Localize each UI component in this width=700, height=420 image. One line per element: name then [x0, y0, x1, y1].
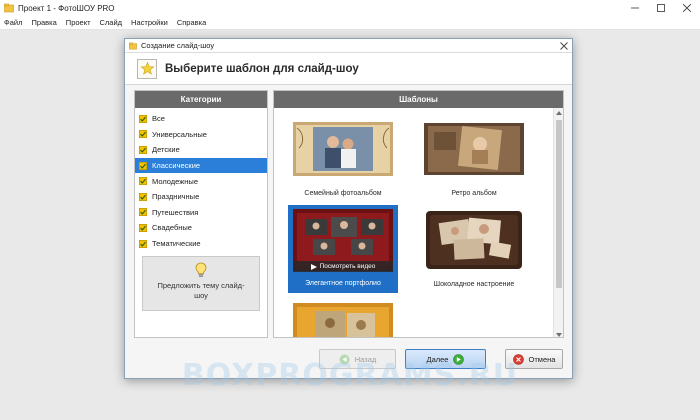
category-item[interactable]: Детские	[135, 142, 267, 158]
dialog-heading: Выберите шаблон для слайд-шоу	[165, 62, 359, 75]
templates-panel: Шаблоны Семейный фотоальбом Ретро альбом…	[273, 90, 564, 338]
templates-grid: Семейный фотоальбом Ретро альбом Посмотр…	[274, 108, 554, 337]
app-titlebar: Проект 1 - ФотоШОУ PRO	[0, 0, 700, 16]
close-icon	[683, 4, 691, 12]
preview-video-label: Посмотреть видео	[319, 263, 376, 270]
lightbulb-icon	[195, 262, 207, 277]
checkbox-checked-icon[interactable]	[139, 223, 147, 232]
checkbox-checked-icon[interactable]	[139, 177, 147, 186]
suggest-theme-button[interactable]: Предложить тему слайд-шоу	[142, 256, 260, 311]
category-item[interactable]: Праздничные	[135, 189, 267, 205]
dialog-title: Создание слайд-шоу	[141, 41, 215, 50]
star-icon	[137, 58, 157, 79]
scroll-thumb[interactable]	[556, 120, 562, 288]
category-label: Путешествия	[152, 207, 199, 217]
menu-edit[interactable]: Правка	[31, 18, 56, 27]
menu-settings[interactable]: Настройки	[131, 18, 168, 27]
minimize-icon	[631, 7, 639, 9]
category-label: Тематические	[152, 239, 201, 249]
menu-file[interactable]: Файл	[4, 18, 22, 27]
create-slideshow-dialog: Создание слайд-шоу Выберите шаблон для с…	[124, 38, 573, 379]
template-thumbnail	[424, 123, 524, 175]
category-item[interactable]: Универсальные	[135, 127, 267, 143]
watermark: BOXPROGRAMS.RU	[181, 358, 519, 393]
scroll-up-arrow[interactable]	[554, 108, 563, 117]
suggest-theme-label: Предложить тему слайд-шоу	[157, 281, 245, 300]
folder-icon	[4, 3, 14, 13]
category-label: Молодежные	[152, 176, 198, 186]
category-item[interactable]: Тематические	[135, 236, 267, 252]
chevron-down-icon	[556, 332, 562, 337]
template-name: Семейный фотоальбом	[304, 190, 382, 197]
checkbox-checked-icon[interactable]	[139, 114, 147, 123]
templates-scrollbar[interactable]	[553, 108, 563, 337]
category-item[interactable]: Молодежные	[135, 173, 267, 189]
categories-header: Категории	[135, 91, 267, 108]
category-label: Детские	[152, 145, 180, 155]
checkbox-checked-icon[interactable]	[139, 208, 147, 217]
category-item[interactable]: Путешествия	[135, 205, 267, 221]
minimize-button[interactable]	[622, 0, 648, 16]
template-thumbnail	[293, 303, 393, 337]
template-thumbnail	[426, 211, 522, 269]
close-button[interactable]	[674, 0, 700, 16]
checkbox-checked-icon[interactable]	[139, 161, 147, 170]
preview-video-button[interactable]: Посмотреть видео	[293, 261, 393, 272]
menu-slide[interactable]: Слайд	[100, 18, 123, 27]
templates-header: Шаблоны	[274, 91, 563, 108]
category-label: Свадебные	[152, 223, 192, 233]
category-item[interactable]: Классические	[135, 157, 267, 174]
template-card[interactable]: Ретро альбом	[419, 114, 529, 202]
window-title: Проект 1 - ФотоШОУ PRO	[18, 3, 115, 13]
play-icon	[310, 263, 317, 270]
checkbox-checked-icon[interactable]	[139, 239, 147, 248]
category-item[interactable]: Свадебные	[135, 220, 267, 236]
checkbox-checked-icon[interactable]	[139, 192, 147, 201]
categories-panel: Категории Все Универсальные Детские Классич…	[134, 90, 268, 338]
dialog-titlebar: Создание слайд-шоу	[125, 39, 572, 53]
menu-help[interactable]: Справка	[177, 18, 206, 27]
category-label: Классические	[152, 161, 201, 171]
maximize-icon	[657, 4, 665, 12]
template-name: Элегантное портфолио	[305, 280, 381, 287]
menu-project[interactable]: Проект	[66, 18, 91, 27]
template-card[interactable]	[288, 297, 398, 337]
template-name: Ретро альбом	[451, 190, 497, 197]
category-label: Праздничные	[152, 192, 200, 202]
checkbox-checked-icon[interactable]	[139, 130, 147, 139]
template-name: Шоколадное настроение	[433, 281, 515, 288]
window-controls	[622, 0, 700, 16]
dialog-close-icon[interactable]	[560, 42, 568, 50]
category-label: Универсальные	[152, 129, 207, 139]
template-card[interactable]: Шоколадное настроение	[419, 205, 529, 293]
chevron-up-icon	[556, 110, 562, 115]
category-label: Все	[152, 114, 165, 124]
scroll-down-arrow[interactable]	[554, 330, 563, 337]
checkbox-checked-icon[interactable]	[139, 145, 147, 154]
menu-bar: Файл Правка Проект Слайд Настройки Справ…	[0, 16, 700, 30]
template-card-selected[interactable]: Посмотреть видео Элегантное портфолио	[288, 205, 398, 293]
dialog-header: Выберите шаблон для слайд-шоу	[125, 53, 572, 85]
folder-icon	[129, 42, 137, 49]
maximize-button[interactable]	[648, 0, 674, 16]
template-thumbnail	[293, 122, 393, 176]
category-item[interactable]: Все	[135, 111, 267, 127]
category-list: Все Универсальные Детские Классические Молод…	[135, 108, 267, 251]
cancel-label: Отмена	[528, 354, 556, 364]
template-card[interactable]: Семейный фотоальбом	[288, 114, 398, 202]
